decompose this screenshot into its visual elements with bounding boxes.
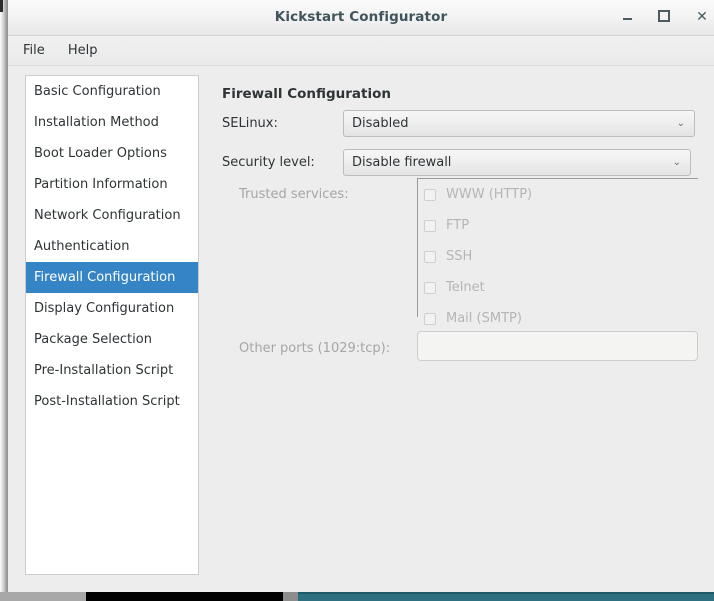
minimize-button[interactable] xyxy=(612,0,642,35)
sidebar-item-firewall-configuration[interactable]: Firewall Configuration xyxy=(26,262,198,293)
trusted-service-label: SSH xyxy=(446,249,472,264)
trusted-service-row-www-http: WWW (HTTP) xyxy=(418,179,698,210)
menu-item-file[interactable]: File xyxy=(14,36,54,65)
firewall-settings-panel: Firewall Configuration SELinux: Disabled… xyxy=(213,66,714,591)
maximize-icon xyxy=(658,10,670,22)
trusted-service-row-telnet: Telnet xyxy=(418,272,698,303)
sidebar-item-partition-information[interactable]: Partition Information xyxy=(26,169,198,200)
other-ports-label: Other ports (1029:tcp): xyxy=(239,341,390,356)
sidebar-item-pre-installation-script[interactable]: Pre-Installation Script xyxy=(26,355,198,386)
security-level-dropdown[interactable]: Disable firewall ⌄ xyxy=(343,149,691,176)
sidebar-item-basic-configuration[interactable]: Basic Configuration xyxy=(26,76,198,107)
sidebar-item-post-installation-script[interactable]: Post-Installation Script xyxy=(26,386,198,417)
trusted-service-label: WWW (HTTP) xyxy=(446,187,532,202)
trusted-service-label: Telnet xyxy=(446,280,485,295)
sidebar-section-list[interactable]: Basic Configuration Installation Method … xyxy=(25,75,199,575)
trusted-services-label: Trusted services: xyxy=(239,187,349,202)
taskbar-segment-black xyxy=(86,592,283,601)
checkbox-ssh xyxy=(424,251,436,263)
taskbar-segment-teal-highlight xyxy=(298,592,714,594)
checkbox-www-http xyxy=(424,189,436,201)
background-window-corner xyxy=(0,0,3,12)
trusted-service-row-ssh: SSH xyxy=(418,241,698,272)
background-window-edge xyxy=(0,0,8,592)
checkbox-mail-smtp xyxy=(424,313,436,325)
sidebar-item-installation-method[interactable]: Installation Method xyxy=(26,107,198,138)
trusted-service-row-mail-smtp: Mail (SMTP) xyxy=(418,303,698,334)
minimize-icon xyxy=(623,18,632,20)
sidebar-item-package-selection[interactable]: Package Selection xyxy=(26,324,198,355)
menu-item-help[interactable]: Help xyxy=(59,36,107,65)
close-icon: ✕ xyxy=(696,9,708,25)
kickstart-configurator-window: Kickstart Configurator ✕ File Help Basic… xyxy=(8,0,714,592)
window-titlebar: Kickstart Configurator ✕ xyxy=(8,0,714,36)
window-content: Basic Configuration Installation Method … xyxy=(8,66,714,591)
menubar: File Help xyxy=(8,36,714,66)
other-ports-input[interactable] xyxy=(417,331,698,361)
checkbox-ftp xyxy=(424,220,436,232)
close-button[interactable]: ✕ xyxy=(687,0,714,35)
sidebar-item-display-configuration[interactable]: Display Configuration xyxy=(26,293,198,324)
window-title: Kickstart Configurator xyxy=(8,0,714,35)
trusted-service-label: Mail (SMTP) xyxy=(446,311,522,326)
trusted-services-list: WWW (HTTP) FTP SSH Telnet xyxy=(417,178,698,317)
selinux-label: SELinux: xyxy=(222,116,278,131)
sidebar-item-network-configuration[interactable]: Network Configuration xyxy=(26,200,198,231)
chevron-down-icon: ⌄ xyxy=(677,111,685,136)
selinux-dropdown-value: Disabled xyxy=(352,111,408,136)
selinux-dropdown[interactable]: Disabled ⌄ xyxy=(343,110,695,137)
taskbar-segment-grey xyxy=(283,592,298,601)
trusted-service-row-ftp: FTP xyxy=(418,210,698,241)
page-title: Firewall Configuration xyxy=(222,86,391,102)
security-level-label: Security level: xyxy=(222,155,315,170)
checkbox-telnet xyxy=(424,282,436,294)
sidebar-item-boot-loader-options[interactable]: Boot Loader Options xyxy=(26,138,198,169)
taskbar-segment-left xyxy=(0,592,86,601)
sidebar-item-authentication[interactable]: Authentication xyxy=(26,231,198,262)
trusted-service-label: FTP xyxy=(446,218,469,233)
desktop-background: Kickstart Configurator ✕ File Help Basic… xyxy=(0,0,714,601)
chevron-down-icon: ⌄ xyxy=(673,150,681,175)
security-level-dropdown-value: Disable firewall xyxy=(352,150,451,175)
maximize-button[interactable] xyxy=(649,0,679,35)
